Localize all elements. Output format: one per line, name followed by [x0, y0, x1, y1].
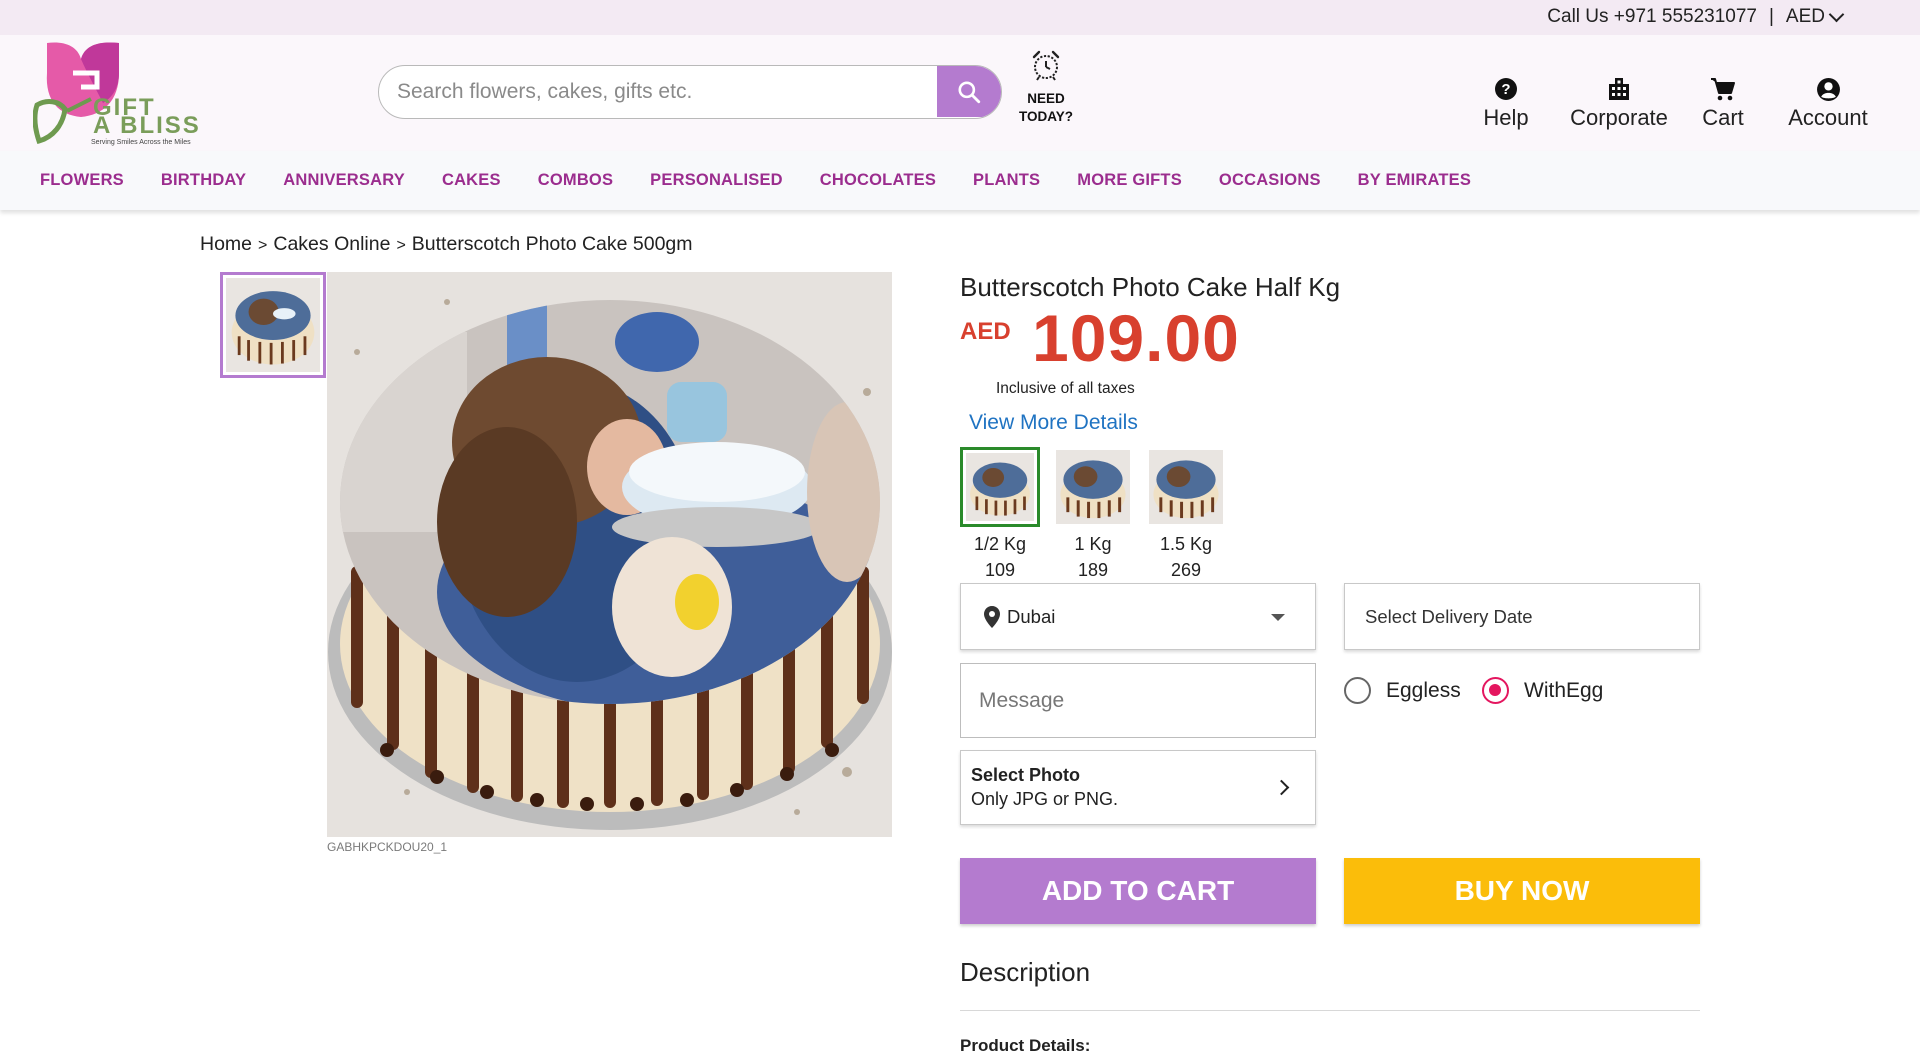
category-flowers[interactable]: FLOWERS: [40, 171, 124, 190]
withegg-option[interactable]: WithEgg: [1482, 677, 1603, 704]
category-by-emirates[interactable]: BY EMIRATES: [1358, 171, 1471, 190]
help-label: Help: [1483, 105, 1529, 130]
price-currency: AED: [960, 318, 1011, 345]
gallery-thumbnail[interactable]: [220, 272, 326, 378]
breadcrumb: Home > Cakes Online > Butterscotch Photo Cak…: [200, 233, 693, 256]
cake-variant-image: [966, 453, 1034, 521]
delivery-date-placeholder: Select Delivery Date: [1365, 605, 1533, 627]
search-button[interactable]: [937, 66, 1001, 117]
variant-option[interactable]: 1/2 Kg 109: [960, 447, 1040, 584]
variant-option[interactable]: 1 Kg 189: [1053, 447, 1133, 584]
description-heading: Description: [960, 957, 1091, 987]
svg-text:?: ?: [1501, 81, 1510, 98]
corporate-label: Corporate: [1570, 105, 1668, 130]
account-icon: [1816, 77, 1840, 101]
breadcrumb-separator: >: [258, 237, 268, 254]
select-photo-title: Select Photo: [971, 765, 1081, 785]
currency-label: AED: [1785, 6, 1825, 27]
cart-label: Cart: [1702, 105, 1744, 130]
variant-option[interactable]: 1.5 Kg 269: [1146, 447, 1226, 584]
category-anniversary[interactable]: ANNIVERSARY: [283, 171, 405, 190]
account-link[interactable]: Account: [1784, 75, 1872, 131]
product-sku: GABHKPCKDOU20_1: [327, 840, 448, 854]
variant-price: 189: [1077, 560, 1109, 580]
product-title: Butterscotch Photo Cake Half Kg: [960, 272, 1341, 302]
chevron-down-icon: [1828, 6, 1845, 22]
product-price: 109.00: [1032, 301, 1240, 375]
logo-line-2: A BLISS: [93, 112, 201, 139]
cart-icon: [1711, 78, 1735, 101]
logo[interactable]: GIFT A BLISS Serving Smiles Across the M…: [33, 37, 203, 149]
breadcrumb-home[interactable]: Home: [200, 233, 252, 255]
category-more-gifts[interactable]: MORE GIFTS: [1077, 171, 1182, 190]
category-occasions[interactable]: OCCASIONS: [1219, 171, 1321, 190]
separator: |: [1768, 6, 1774, 27]
contact-bar: Call Us +971 555231077 | AED: [1547, 6, 1845, 28]
search-input[interactable]: [379, 66, 937, 117]
product-main-image[interactable]: [327, 272, 892, 837]
currency-selector[interactable]: AED: [1785, 6, 1845, 28]
category-chocolates[interactable]: CHOCOLATES: [820, 171, 936, 190]
cake-photo-image: [327, 272, 892, 837]
city-select[interactable]: Dubai: [960, 583, 1316, 650]
view-more-details-link[interactable]: View More Details: [969, 411, 1138, 435]
location-pin-icon: [984, 605, 1000, 628]
variant-image-box: [960, 447, 1040, 527]
logo-wordmark: GIFT A BLISS: [93, 96, 201, 139]
variant-image-box: [1146, 447, 1226, 527]
city-value: Dubai: [1007, 605, 1056, 627]
divider: [960, 1010, 1700, 1011]
message-field-wrapper: [960, 663, 1316, 738]
account-label: Account: [1788, 105, 1868, 130]
need-today-label: NEED TODAY?: [1016, 88, 1076, 128]
call-us-text[interactable]: Call Us +971 555231077: [1547, 6, 1757, 28]
building-icon: [1609, 78, 1629, 100]
variant-image-box: [1053, 447, 1133, 527]
category-combos[interactable]: COMBOS: [538, 171, 613, 190]
dropdown-caret-icon: [1271, 614, 1285, 621]
need-today-line-2: TODAY?: [1018, 109, 1073, 124]
search-icon: [958, 80, 981, 103]
variant-weight: 1/2 Kg: [973, 534, 1027, 554]
cake-thumbnail-image: [226, 278, 320, 372]
select-photo-button[interactable]: Select Photo Only JPG or PNG.: [960, 750, 1316, 825]
eggless-option[interactable]: Eggless: [1344, 677, 1461, 704]
breadcrumb-separator: >: [396, 237, 406, 254]
category-nav: FLOWERS BIRTHDAY ANNIVERSARY CAKES COMBO…: [0, 151, 1920, 210]
add-to-cart-button[interactable]: ADD TO CART: [960, 858, 1316, 924]
category-plants[interactable]: PLANTS: [973, 171, 1040, 190]
top-bar: Call Us +971 555231077 | AED: [0, 0, 1920, 35]
cake-variant-image: [1056, 450, 1130, 524]
category-birthday[interactable]: BIRTHDAY: [161, 171, 246, 190]
variant-price: 109: [984, 560, 1016, 580]
category-cakes[interactable]: CAKES: [442, 171, 501, 190]
breadcrumb-current: Butterscotch Photo Cake 500gm: [411, 233, 693, 255]
cake-variant-image: [1149, 450, 1223, 524]
alarm-clock-icon: [1032, 50, 1060, 81]
eggless-radio[interactable]: [1344, 677, 1371, 704]
product-details-heading: Product Details:: [960, 1036, 1091, 1051]
variant-weight: 1 Kg: [1074, 534, 1112, 554]
withegg-label: WithEgg: [1524, 678, 1604, 702]
corporate-link[interactable]: Corporate: [1568, 75, 1670, 131]
logo-tagline: Serving Smiles Across the Miles: [91, 139, 191, 146]
cart-link[interactable]: Cart: [1700, 75, 1746, 131]
buy-now-button[interactable]: BUY NOW: [1344, 858, 1700, 924]
tax-note: Inclusive of all taxes: [996, 380, 1135, 397]
withegg-radio[interactable]: [1482, 677, 1509, 704]
delivery-date-picker[interactable]: Select Delivery Date: [1344, 583, 1700, 650]
help-icon: ?: [1495, 78, 1517, 100]
breadcrumb-cakes-online[interactable]: Cakes Online: [273, 233, 390, 255]
help-link[interactable]: ? Help: [1480, 75, 1532, 131]
message-field[interactable]: [961, 664, 1315, 737]
variant-price: 269: [1170, 560, 1202, 580]
variant-weight: 1.5 Kg: [1159, 534, 1213, 554]
need-today-link[interactable]: NEED TODAY?: [1016, 49, 1076, 128]
eggless-label: Eggless: [1386, 678, 1461, 702]
search-bar: [378, 65, 1002, 119]
header: GIFT A BLISS Serving Smiles Across the M…: [0, 35, 1920, 151]
category-personalised[interactable]: PERSONALISED: [650, 171, 783, 190]
select-photo-hint: Only JPG or PNG.: [971, 789, 1119, 809]
